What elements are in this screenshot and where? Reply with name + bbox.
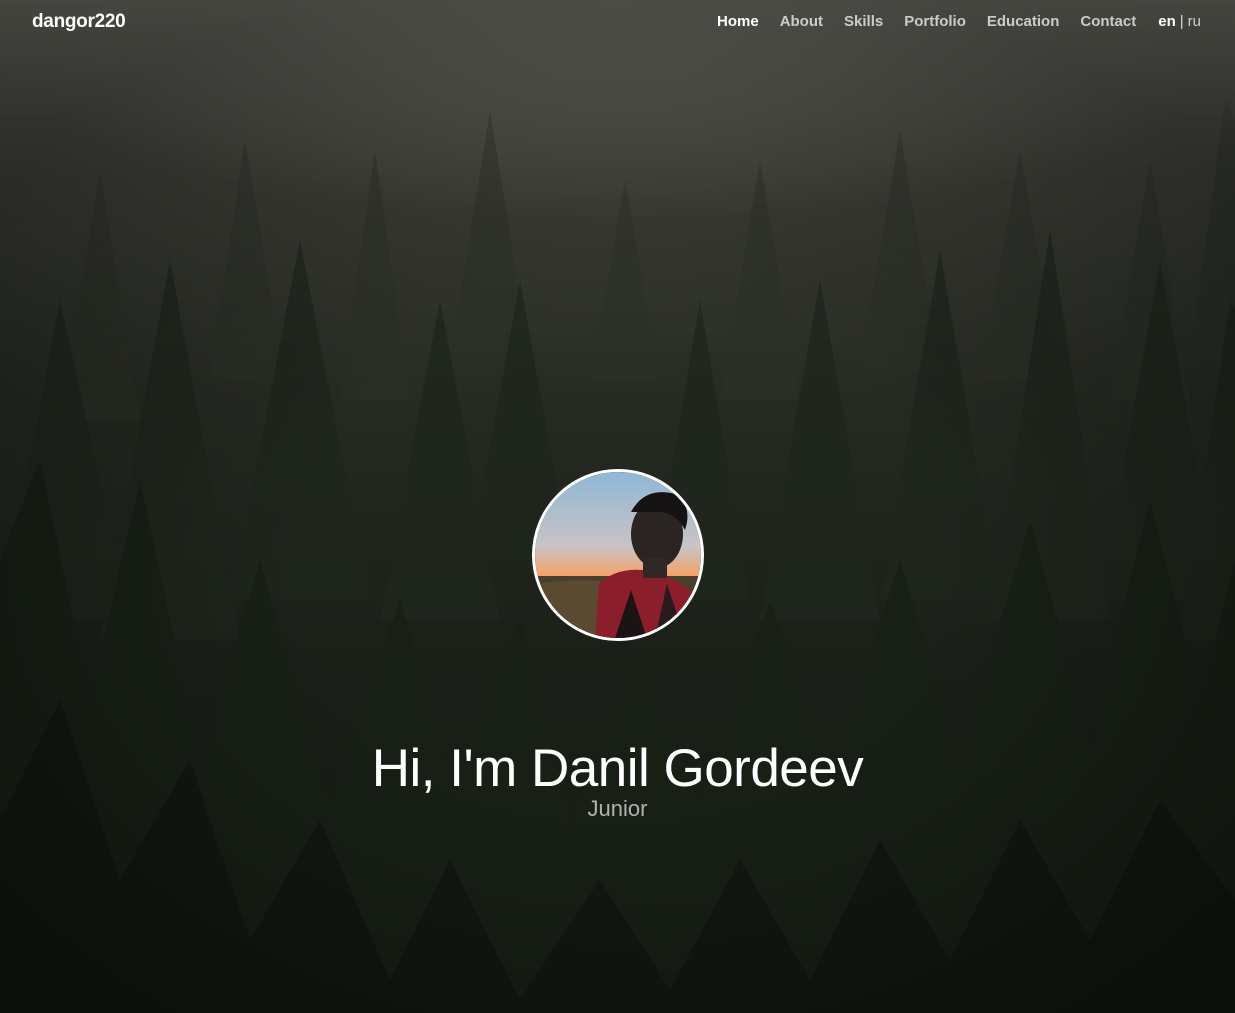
site-brand[interactable]: dangor220 [32,11,126,33]
hero-subtitle: Junior [587,796,648,821]
hero-headline: Hi, I'm Danil Gordeev [371,738,864,798]
top-navbar: dangor220 Home About Skills Portfolio Ed… [0,0,1235,44]
nav-link-portfolio[interactable]: Portfolio [904,13,966,30]
nav-link-contact[interactable]: Contact [1080,13,1136,30]
hero-section: dangor220 Home About Skills Portfolio Ed… [0,0,1235,1013]
language-switcher: en | ru [1158,13,1201,30]
language-ru[interactable]: ru [1188,13,1201,30]
language-en[interactable]: en [1158,13,1176,30]
avatar [532,469,704,641]
nav-link-about[interactable]: About [780,13,823,30]
language-separator: | [1179,13,1184,30]
nav-link-skills[interactable]: Skills [844,13,883,30]
nav-link-education[interactable]: Education [987,13,1060,30]
nav-link-home[interactable]: Home [717,13,759,30]
nav-menu: Home About Skills Portfolio Education Co… [696,13,1201,30]
profile-photo-icon [535,472,701,638]
